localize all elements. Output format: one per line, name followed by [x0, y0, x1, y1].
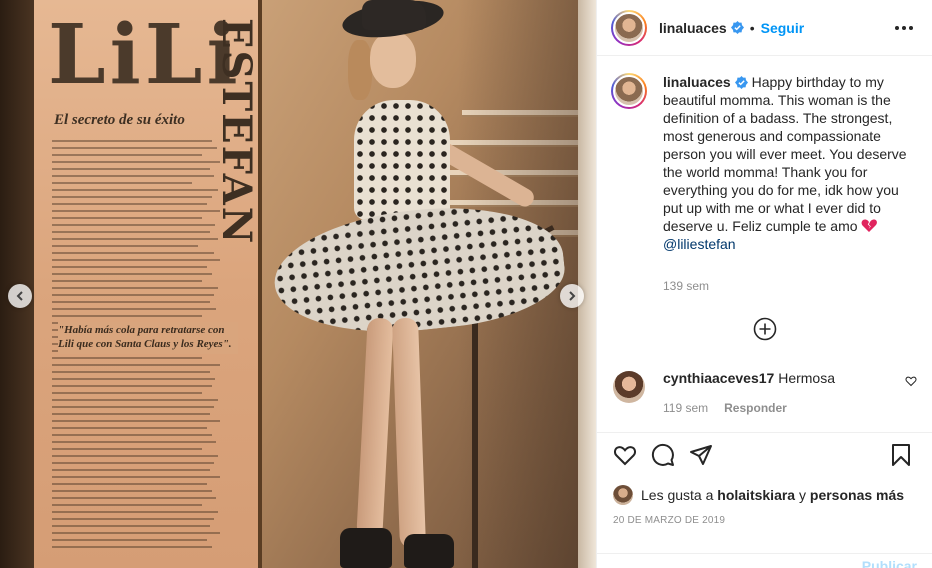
vintage-photo	[262, 0, 578, 568]
commenter-avatar[interactable]	[613, 371, 645, 403]
comments-section: linaluaces Happy birthday to my beautifu…	[597, 57, 932, 432]
comment-icon[interactable]	[651, 443, 675, 467]
post-date[interactable]: 20 DE MARZO DE 2019	[613, 515, 725, 526]
likes-summary: Les gusta a holaitskiara y personas más	[613, 485, 904, 505]
verified-badge-icon	[734, 76, 748, 89]
publish-button[interactable]: Publicar	[862, 558, 917, 568]
commenter-username[interactable]: cynthiaaceves17	[663, 370, 774, 386]
caption-text: Happy birthday to my beautiful momma. Th…	[663, 74, 907, 234]
clipping-pull-quote: "Había más cola para retratarse con Lili…	[58, 322, 238, 354]
author-avatar[interactable]	[611, 9, 647, 46]
comment-text: Hermosa	[778, 370, 835, 386]
more-options-icon[interactable]	[895, 18, 913, 38]
liker-username[interactable]: holaitskiara	[717, 487, 795, 503]
comment-item: cynthiaaceves17 Hermosa 119 sem Responde…	[611, 369, 921, 415]
post-caption: linaluaces Happy birthday to my beautifu…	[611, 73, 921, 253]
separator-dot: •	[749, 19, 755, 36]
newspaper-clipping: LiLi ESTEFAN El secreto de su éxito "Hab…	[34, 0, 262, 568]
caption-mention-link[interactable]: @liliestefan	[663, 236, 736, 252]
next-image-button[interactable]	[560, 284, 584, 308]
likes-others-link[interactable]: personas más	[810, 487, 904, 503]
chevron-left-icon	[16, 291, 23, 301]
bookmark-icon[interactable]	[889, 443, 913, 467]
plus-circle-icon[interactable]	[753, 317, 777, 341]
liker-avatar[interactable]	[613, 485, 633, 505]
comment-like-heart-icon[interactable]	[905, 375, 917, 387]
table-edge-right	[578, 0, 596, 568]
comment-timestamp[interactable]: 119 sem	[663, 401, 708, 415]
post-actions: Les gusta a holaitskiara y personas más …	[597, 432, 932, 568]
post-sidebar: linaluaces • Seguir linaluaces Happy bir…	[596, 0, 932, 568]
share-icon[interactable]	[689, 443, 713, 467]
previous-image-button[interactable]	[8, 284, 32, 308]
likes-prefix: Les gusta a	[641, 487, 714, 503]
post-media[interactable]: LiLi ESTEFAN El secreto de su éxito "Hab…	[0, 0, 596, 568]
post-header: linaluaces • Seguir	[597, 0, 932, 56]
caption-avatar[interactable]	[611, 73, 647, 109]
likes-joiner: y	[799, 487, 806, 503]
verified-badge-icon	[730, 21, 744, 34]
author-username[interactable]: linaluaces	[659, 20, 727, 36]
reply-button[interactable]: Responder	[724, 401, 787, 415]
clipping-subtitle: El secreto de su éxito	[54, 112, 185, 128]
caption-timestamp[interactable]: 139 sem	[663, 279, 709, 293]
chevron-right-icon	[569, 291, 576, 301]
heart-icon[interactable]	[613, 443, 637, 467]
clipping-vertical-title: ESTEFAN	[213, 18, 260, 246]
woman-figure	[370, 32, 416, 88]
add-comment-bar: Publicar	[597, 553, 932, 568]
broken-heart-emoji	[862, 219, 878, 232]
follow-button[interactable]: Seguir	[761, 20, 805, 36]
caption-username[interactable]: linaluaces	[663, 74, 731, 90]
